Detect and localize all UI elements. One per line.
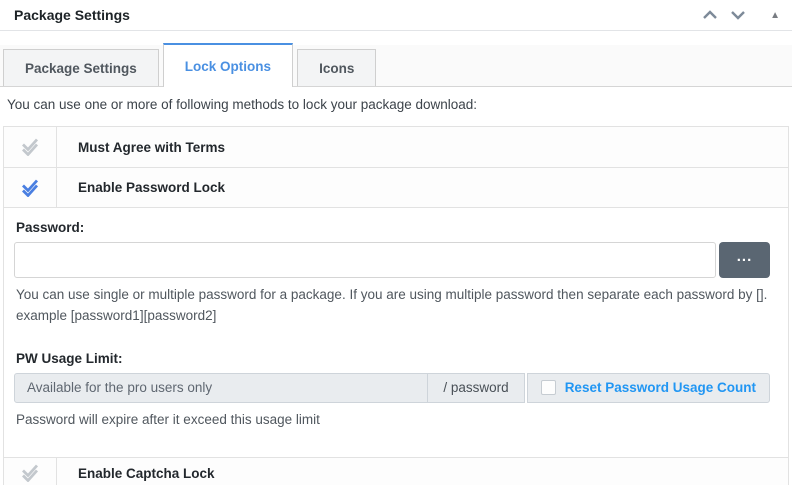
accordion-header-terms[interactable]: Must Agree with Terms bbox=[4, 127, 788, 167]
accordion-title-captcha: Enable Captcha Lock bbox=[57, 458, 215, 485]
accordion-header-captcha[interactable]: Enable Captcha Lock bbox=[4, 457, 788, 485]
lock-options-accordion: Must Agree with Terms Enable Password Lo… bbox=[3, 126, 789, 485]
metabox-handles: ▲ bbox=[700, 7, 780, 23]
usage-limit-help: Password will expire after it exceed thi… bbox=[16, 410, 770, 431]
password-help-example: example [password1][password2] bbox=[16, 308, 216, 323]
double-check-icon bbox=[20, 464, 40, 482]
password-help-text: You can use single or multiple password … bbox=[16, 285, 770, 327]
captcha-icon-cell bbox=[4, 458, 57, 485]
accordion-header-password-lock[interactable]: Enable Password Lock bbox=[4, 167, 788, 207]
metabox-header: Package Settings ▲ bbox=[0, 0, 792, 31]
reset-usage-count-label: Reset Password Usage Count bbox=[565, 380, 756, 395]
generate-password-button[interactable]: ... bbox=[719, 242, 770, 278]
password-help-line1: You can use single or multiple password … bbox=[16, 287, 767, 302]
password-input-row: ... bbox=[14, 242, 770, 278]
double-check-icon bbox=[20, 138, 40, 156]
usage-limit-group: / password Reset Password Usage Count bbox=[14, 373, 770, 403]
intro-text: You can use one or more of following met… bbox=[0, 87, 792, 112]
double-check-icon bbox=[20, 179, 40, 197]
accordion-title-password-lock: Enable Password Lock bbox=[57, 168, 225, 207]
tab-package-settings[interactable]: Package Settings bbox=[3, 49, 159, 86]
usage-limit-label: PW Usage Limit: bbox=[16, 351, 770, 366]
password-lock-icon-cell bbox=[4, 168, 57, 207]
page-title: Package Settings bbox=[14, 7, 130, 23]
terms-icon-cell bbox=[4, 127, 57, 167]
accordion-title-terms: Must Agree with Terms bbox=[57, 127, 225, 167]
usage-limit-suffix: / password bbox=[428, 373, 524, 403]
tab-bar: Package Settings Lock Options Icons bbox=[0, 45, 792, 87]
password-label: Password: bbox=[16, 220, 770, 235]
reset-usage-count-checkbox[interactable] bbox=[541, 380, 556, 395]
tab-icons[interactable]: Icons bbox=[297, 49, 376, 86]
usage-limit-input bbox=[14, 373, 428, 403]
tab-lock-options[interactable]: Lock Options bbox=[163, 43, 293, 87]
move-down-icon[interactable] bbox=[728, 7, 748, 23]
move-up-icon[interactable] bbox=[700, 7, 720, 23]
collapse-toggle-icon[interactable]: ▲ bbox=[770, 10, 780, 21]
password-input[interactable] bbox=[14, 242, 716, 278]
password-lock-panel: Password: ... You can use single or mult… bbox=[4, 207, 788, 457]
reset-usage-count-control[interactable]: Reset Password Usage Count bbox=[527, 373, 770, 403]
